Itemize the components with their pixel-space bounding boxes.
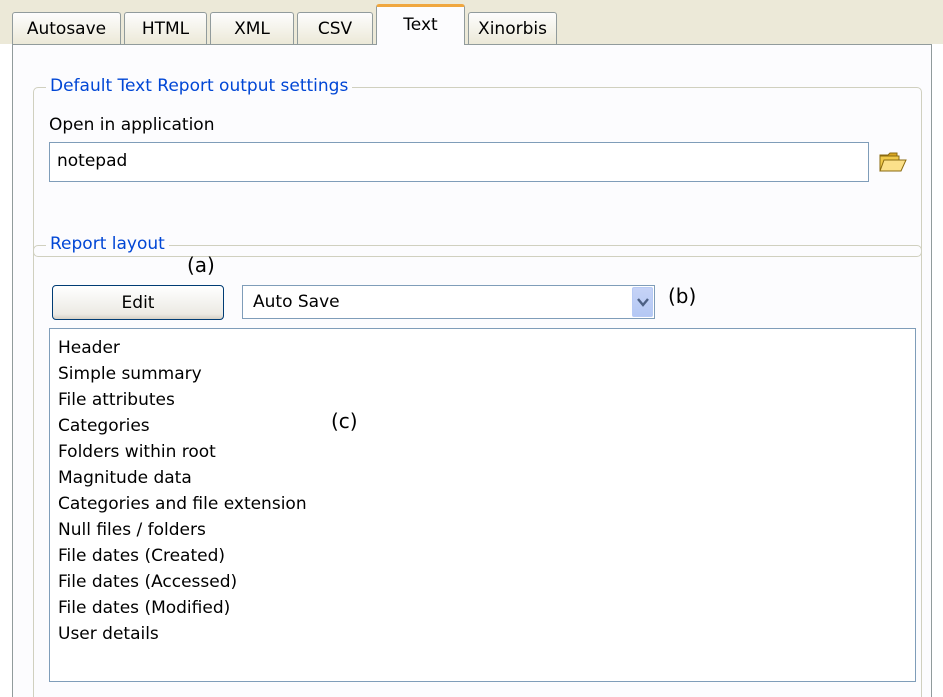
list-item[interactable]: Folders within root xyxy=(58,439,915,465)
layout-select-value: Auto Save xyxy=(253,292,340,312)
tab-page-text: Default Text Report output settings Open… xyxy=(12,44,932,697)
tab-csv[interactable]: CSV xyxy=(297,12,373,44)
list-item[interactable]: Magnitude data xyxy=(58,465,915,491)
list-item[interactable]: Header xyxy=(58,335,915,361)
open-in-application-label: Open in application xyxy=(49,115,215,135)
list-item[interactable]: User details xyxy=(58,621,915,647)
folder-icon[interactable] xyxy=(879,151,907,173)
list-item[interactable]: File dates (Created) xyxy=(58,543,915,569)
report-items-list[interactable]: Header Simple summary File attributes Ca… xyxy=(49,328,916,682)
tab-text[interactable]: Text xyxy=(376,4,465,45)
layout-select-arrow[interactable] xyxy=(632,287,653,317)
tab-xml[interactable]: XML xyxy=(210,12,294,44)
application-input[interactable]: notepad xyxy=(49,142,869,182)
list-item[interactable]: Categories and file extension xyxy=(58,491,915,517)
tab-strip: Autosave HTML XML CSV Text Xinorbis xyxy=(0,0,943,45)
options-window: Autosave HTML XML CSV Text Xinorbis Defa… xyxy=(0,0,943,697)
list-item[interactable]: File dates (Modified) xyxy=(58,595,915,621)
edit-button[interactable]: Edit xyxy=(52,285,224,320)
list-item[interactable]: Categories xyxy=(58,413,915,439)
chevron-down-icon xyxy=(636,297,649,307)
annotation-b: (b) xyxy=(668,284,697,308)
default-settings-title: Default Text Report output settings xyxy=(46,76,353,96)
tab-autosave[interactable]: Autosave xyxy=(12,12,121,44)
list-item[interactable]: File dates (Accessed) xyxy=(58,569,915,595)
list-item[interactable]: Simple summary xyxy=(58,361,915,387)
annotation-c: (c) xyxy=(331,409,358,433)
list-item[interactable]: File attributes xyxy=(58,387,915,413)
layout-select[interactable]: Auto Save xyxy=(242,285,655,319)
annotation-a: (a) xyxy=(187,253,215,277)
tab-html[interactable]: HTML xyxy=(124,12,207,44)
list-item[interactable]: Null files / folders xyxy=(58,517,915,543)
report-layout-title: Report layout xyxy=(46,234,169,254)
tab-xinorbis[interactable]: Xinorbis xyxy=(468,12,557,44)
